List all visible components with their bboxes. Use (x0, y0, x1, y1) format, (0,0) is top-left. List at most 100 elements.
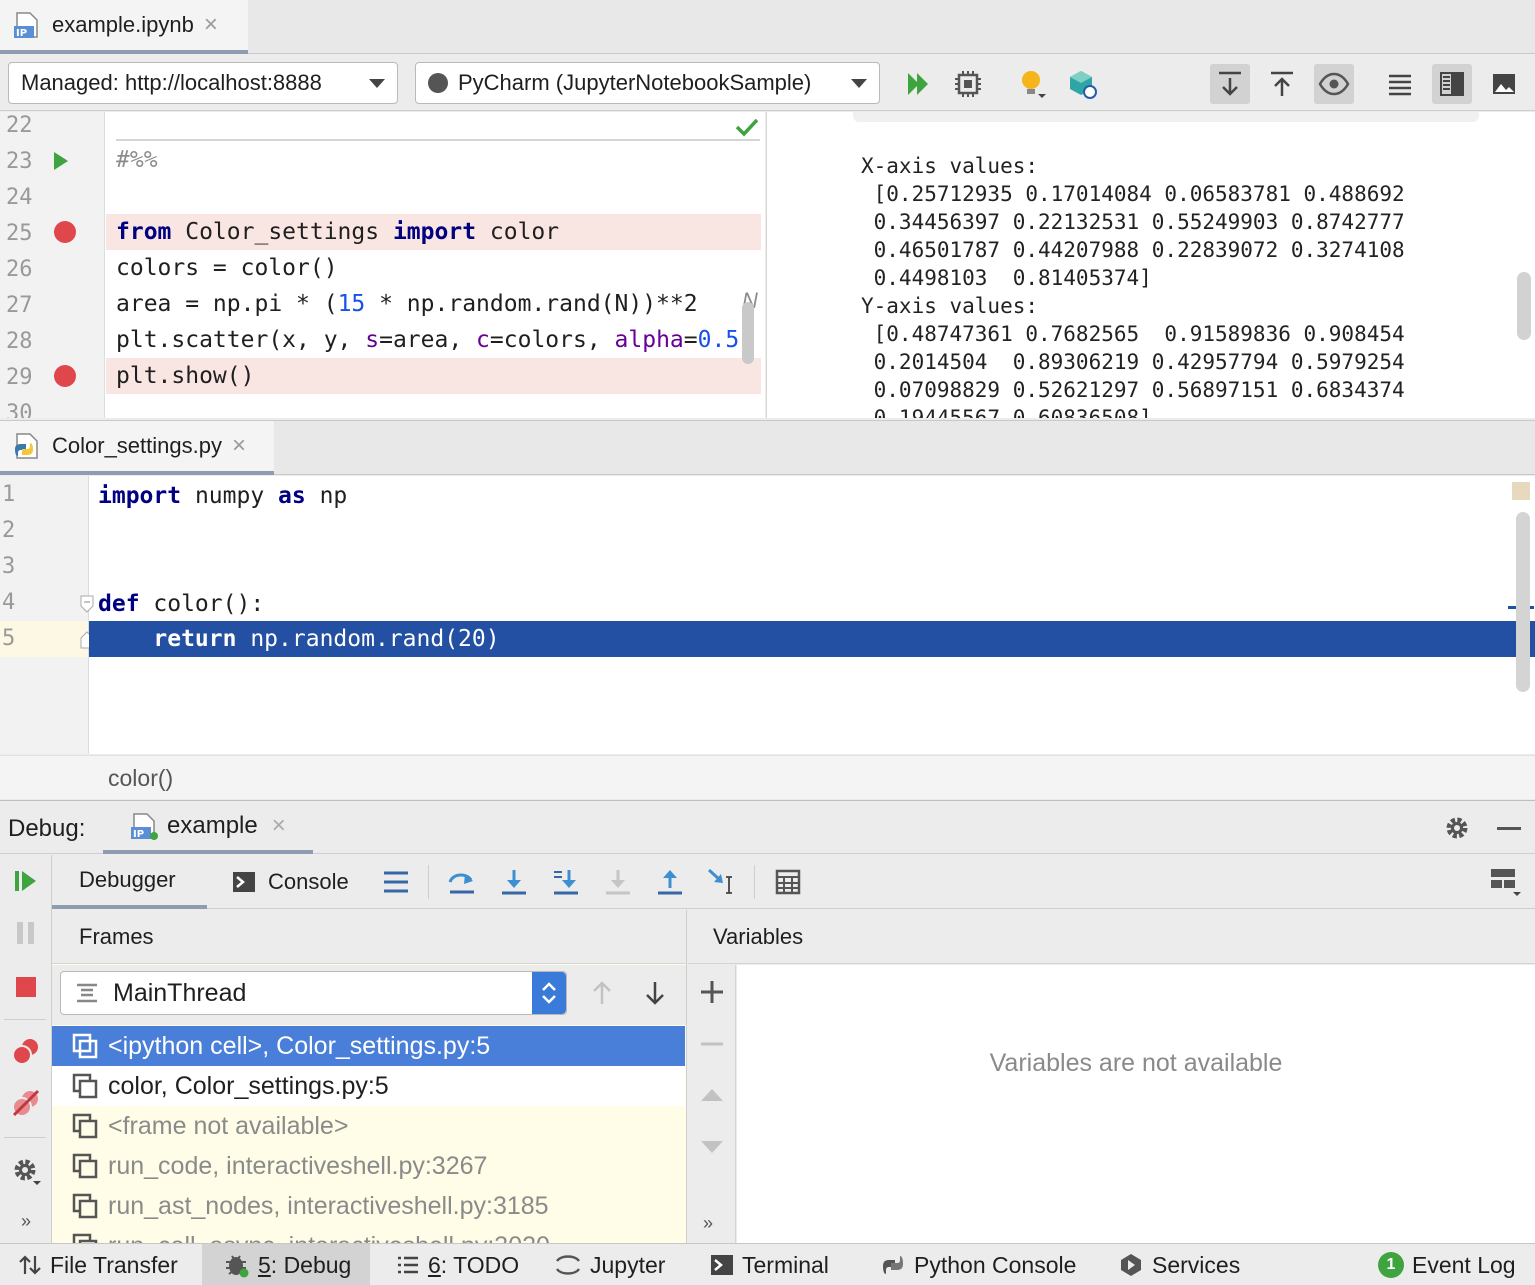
step-into-my-code-button[interactable] (546, 862, 586, 902)
editor-tab-bar: Color_settings.py × (0, 420, 1535, 475)
python-file-icon (12, 431, 42, 461)
debug-session-tab[interactable]: IP example × (103, 801, 313, 854)
jupyter-server-button[interactable] (1062, 64, 1102, 104)
inspection-status-marker[interactable] (1512, 482, 1530, 500)
frame-label: <ipython cell>, Color_settings.py:5 (108, 1031, 491, 1060)
notebook-editor[interactable]: 22 23 24 25 26 27 28 29 30 #%% from Colo… (0, 112, 765, 418)
console-icon (233, 872, 255, 892)
minimize-icon[interactable] (1497, 827, 1521, 830)
step-into-button[interactable] (494, 862, 534, 902)
run-all-icon (908, 73, 928, 95)
frame-row[interactable]: color, Color_settings.py:5 (52, 1066, 685, 1106)
ipynb-file-icon: IP (12, 10, 42, 40)
step-over-button[interactable] (442, 862, 482, 902)
frame-row[interactable]: <frame not available> (52, 1106, 685, 1146)
export-up-button[interactable] (1262, 64, 1302, 104)
code-line-5: return np.random.rand(20) (153, 626, 500, 652)
evaluate-expression-button[interactable] (768, 862, 808, 902)
debug-toolbar: Debugger Console (52, 855, 1535, 909)
event-log-tool-button[interactable]: 1 Event Log (1378, 1244, 1516, 1285)
interrupt-kernel-button[interactable] (948, 64, 988, 104)
notebook-output-preview[interactable]: X-axis values: [0.25712935 0.17014084 0.… (766, 112, 1535, 418)
more-icon[interactable]: » (6, 1201, 46, 1241)
force-step-into-button[interactable] (598, 862, 638, 902)
todo-tool-button[interactable]: 6: TODO (396, 1244, 519, 1285)
scrollbar-thumb[interactable] (742, 302, 754, 364)
line-gutter[interactable]: 1 2 3 4 5 (0, 476, 94, 754)
server-select[interactable]: Managed: http://localhost:8888 (8, 62, 398, 104)
run-to-cursor-button[interactable] (702, 862, 742, 902)
line-gutter[interactable]: 22 23 24 25 26 27 28 29 30 (0, 112, 105, 418)
frame-row[interactable]: run_ast_nodes, interactiveshell.py:3185 (52, 1186, 685, 1226)
intention-button[interactable] (1012, 64, 1052, 104)
python-console-tool-button[interactable]: Python Console (880, 1244, 1076, 1285)
view-breakpoints-button[interactable] (6, 1031, 46, 1071)
tab-console[interactable]: Console (232, 855, 349, 909)
close-icon[interactable]: × (272, 812, 286, 840)
mute-breakpoints-button[interactable] (6, 1083, 46, 1123)
variables-tree[interactable]: Variables are not available (737, 965, 1535, 1243)
terminal-icon (711, 1255, 733, 1275)
debug-title: Debug: (8, 815, 86, 842)
terminal-tool-button[interactable]: Terminal (710, 1244, 829, 1285)
move-down-icon[interactable] (699, 1137, 725, 1157)
export-down-button[interactable] (1210, 64, 1250, 104)
step-out-button[interactable] (650, 862, 690, 902)
frames-title: Frames (79, 924, 154, 949)
tab-example-ipynb[interactable]: IP example.ipynb × (0, 0, 248, 54)
kernel-select[interactable]: PyCharm (JupyterNotebookSample) (415, 62, 880, 104)
close-icon[interactable]: × (204, 11, 218, 39)
scrollbar-thumb[interactable] (1516, 512, 1530, 692)
split-view-button[interactable] (1432, 64, 1472, 104)
line-number: 27 (6, 293, 33, 318)
code-line-26: colors = color() (116, 255, 338, 281)
notebook-toolbar: Managed: http://localhost:8888 PyCharm (… (0, 55, 1535, 111)
breadcrumb-item[interactable]: color() (108, 765, 173, 792)
step-into-icon (502, 870, 526, 895)
preview-only-button[interactable] (1484, 64, 1524, 104)
breakpoint-icon[interactable] (54, 365, 76, 387)
tab-debugger[interactable]: Debugger (52, 855, 207, 909)
breakpoint-icon[interactable] (54, 221, 76, 243)
arrow-down-icon[interactable] (643, 980, 667, 1006)
debug-tool-button[interactable]: 5: Debug (202, 1244, 370, 1285)
frame-label: run_ast_nodes, interactiveshell.py:3185 (108, 1191, 549, 1220)
python-editor[interactable]: 1 2 3 4 5 import numpy as np def color()… (0, 476, 1535, 754)
variables-toolbar: » (688, 965, 736, 1243)
services-tool-button[interactable]: Services (1118, 1244, 1240, 1285)
tab-color-settings-py[interactable]: Color_settings.py × (0, 421, 274, 475)
arrow-down-icon (1219, 71, 1241, 96)
remove-icon[interactable] (699, 1031, 725, 1057)
svg-text:IP: IP (133, 829, 144, 840)
add-icon[interactable] (699, 979, 725, 1005)
move-up-icon[interactable] (699, 1085, 725, 1105)
scrollbar-thumb[interactable] (1517, 272, 1531, 340)
more-icon[interactable]: » (703, 1213, 713, 1234)
stop-button[interactable] (6, 967, 46, 1007)
gear-icon[interactable] (1442, 813, 1472, 843)
arrow-up-icon[interactable] (590, 980, 614, 1006)
frame-row[interactable]: run_code, interactiveshell.py:3267 (52, 1146, 685, 1186)
thread-select[interactable]: MainThread (60, 971, 567, 1015)
resume-button[interactable] (6, 861, 46, 901)
tab-label: Console (268, 869, 349, 894)
show-execution-point-button[interactable] (376, 862, 416, 902)
frame-row[interactable]: <ipython cell>, Color_settings.py:5 (52, 1026, 685, 1066)
close-icon[interactable]: × (232, 432, 246, 460)
jupyter-icon (556, 1255, 580, 1275)
file-transfer-button[interactable]: File Transfer (18, 1244, 178, 1285)
preview-button[interactable] (1314, 64, 1354, 104)
pause-button[interactable] (6, 913, 46, 953)
frame-icon (72, 1113, 98, 1139)
layout-settings-button[interactable] (1486, 862, 1526, 902)
jupyter-tool-button[interactable]: Jupyter (554, 1244, 665, 1285)
code-line-25: from Color_settings import color (116, 219, 560, 245)
fold-icon[interactable] (80, 595, 94, 613)
run-cell-icon[interactable] (52, 150, 70, 172)
run-all-button[interactable] (898, 64, 938, 104)
editor-only-button[interactable] (1380, 64, 1420, 104)
frame-row[interactable]: run_cell_async, interactiveshell.py:3020 (52, 1226, 685, 1243)
settings-button[interactable] (6, 1151, 46, 1191)
debug-tool-label: 5: Debug (258, 1251, 352, 1278)
debug-side-toolbar: » (0, 855, 52, 1243)
